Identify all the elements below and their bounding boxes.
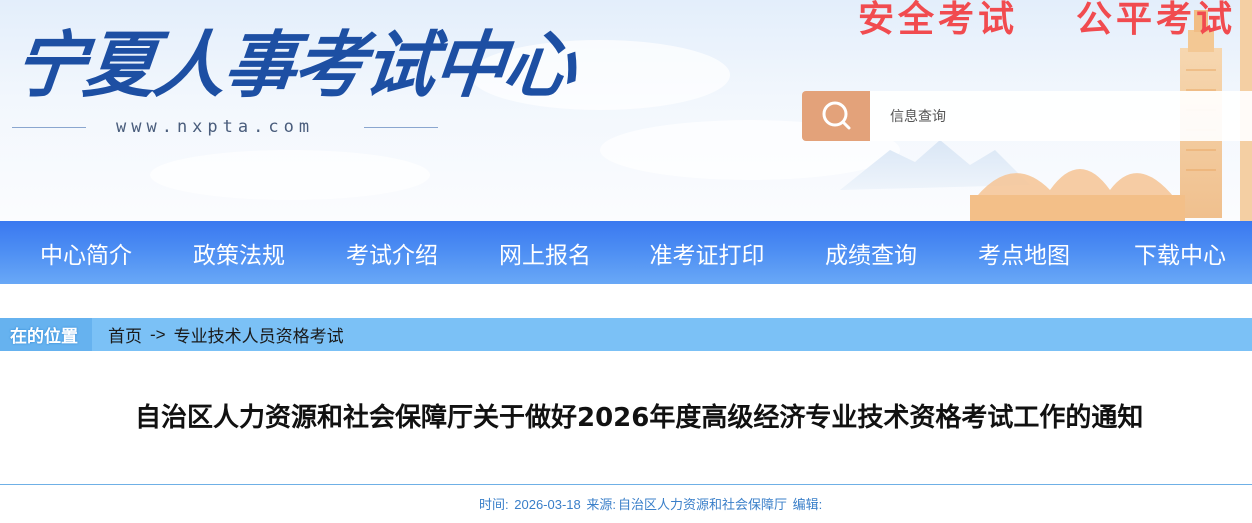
search-button[interactable] bbox=[802, 91, 870, 141]
search-box bbox=[802, 91, 1252, 141]
meta-time-value: 2026-03-18 bbox=[514, 497, 581, 512]
search-input[interactable] bbox=[870, 91, 1252, 141]
meta-source-value: 自治区人力资源和社会保障厅 bbox=[618, 497, 788, 512]
nav-item-admission-ticket[interactable]: 准考证打印 bbox=[612, 221, 802, 284]
article-title: 自治区人力资源和社会保障厅关于做好2026年度高级经济专业技术资格考试工作的通知 bbox=[135, 403, 1144, 433]
nav-item-download-center[interactable]: 下载中心 bbox=[1108, 221, 1252, 284]
breadcrumb-trail: 首页 -> 专业技术人员资格考试 bbox=[108, 318, 344, 351]
location-tag-label: 在的位置 bbox=[10, 327, 78, 347]
meta-editor-label: 编辑: bbox=[792, 497, 823, 512]
meta-time-label: 时间: bbox=[479, 497, 509, 512]
title-divider bbox=[0, 484, 1252, 485]
header-banner: 宁夏人事考试中心 www.nxpta.com 安全考试 公平考试 bbox=[0, 0, 1252, 221]
slogan-fair-exam: 公平考试 bbox=[1076, 0, 1237, 40]
nav-item-exam-site-map[interactable]: 考点地图 bbox=[940, 221, 1108, 284]
nav-item-policies[interactable]: 政策法规 bbox=[172, 221, 306, 284]
slogan-safe-exam: 安全考试 bbox=[858, 0, 1019, 40]
search-icon bbox=[822, 101, 851, 130]
nav-item-exam-intro[interactable]: 考试介绍 bbox=[306, 221, 478, 284]
nav-item-center-intro[interactable]: 中心简介 bbox=[0, 221, 172, 284]
decorative-line bbox=[12, 127, 86, 128]
meta-source-label: 来源: bbox=[586, 497, 616, 512]
nav-item-score-query[interactable]: 成绩查询 bbox=[802, 221, 940, 284]
main-nav: 中心简介 政策法规 考试介绍 网上报名 准考证打印 成绩查询 考点地图 下载中心 bbox=[0, 221, 1252, 284]
breadcrumb-current-link[interactable]: 专业技术人员资格考试 bbox=[174, 322, 344, 347]
site-url-row: www.nxpta.com bbox=[12, 116, 438, 138]
cloud-decoration bbox=[150, 150, 430, 200]
nav-item-online-registration[interactable]: 网上报名 bbox=[478, 221, 612, 284]
article-meta: 时间: 2026-03-18 来源: 自治区人力资源和社会保障厅 编辑: bbox=[479, 496, 824, 514]
location-tag: 在的位置 bbox=[0, 318, 92, 351]
decorative-line bbox=[364, 127, 438, 128]
breadcrumb-separator: -> bbox=[150, 324, 166, 344]
breadcrumb-home-link[interactable]: 首页 bbox=[108, 322, 142, 347]
site-url: www.nxpta.com bbox=[116, 117, 315, 137]
breadcrumb: 在的位置 首页 -> 专业技术人员资格考试 bbox=[0, 318, 1252, 351]
site-logo[interactable]: 宁夏人事考试中心 bbox=[9, 22, 579, 108]
